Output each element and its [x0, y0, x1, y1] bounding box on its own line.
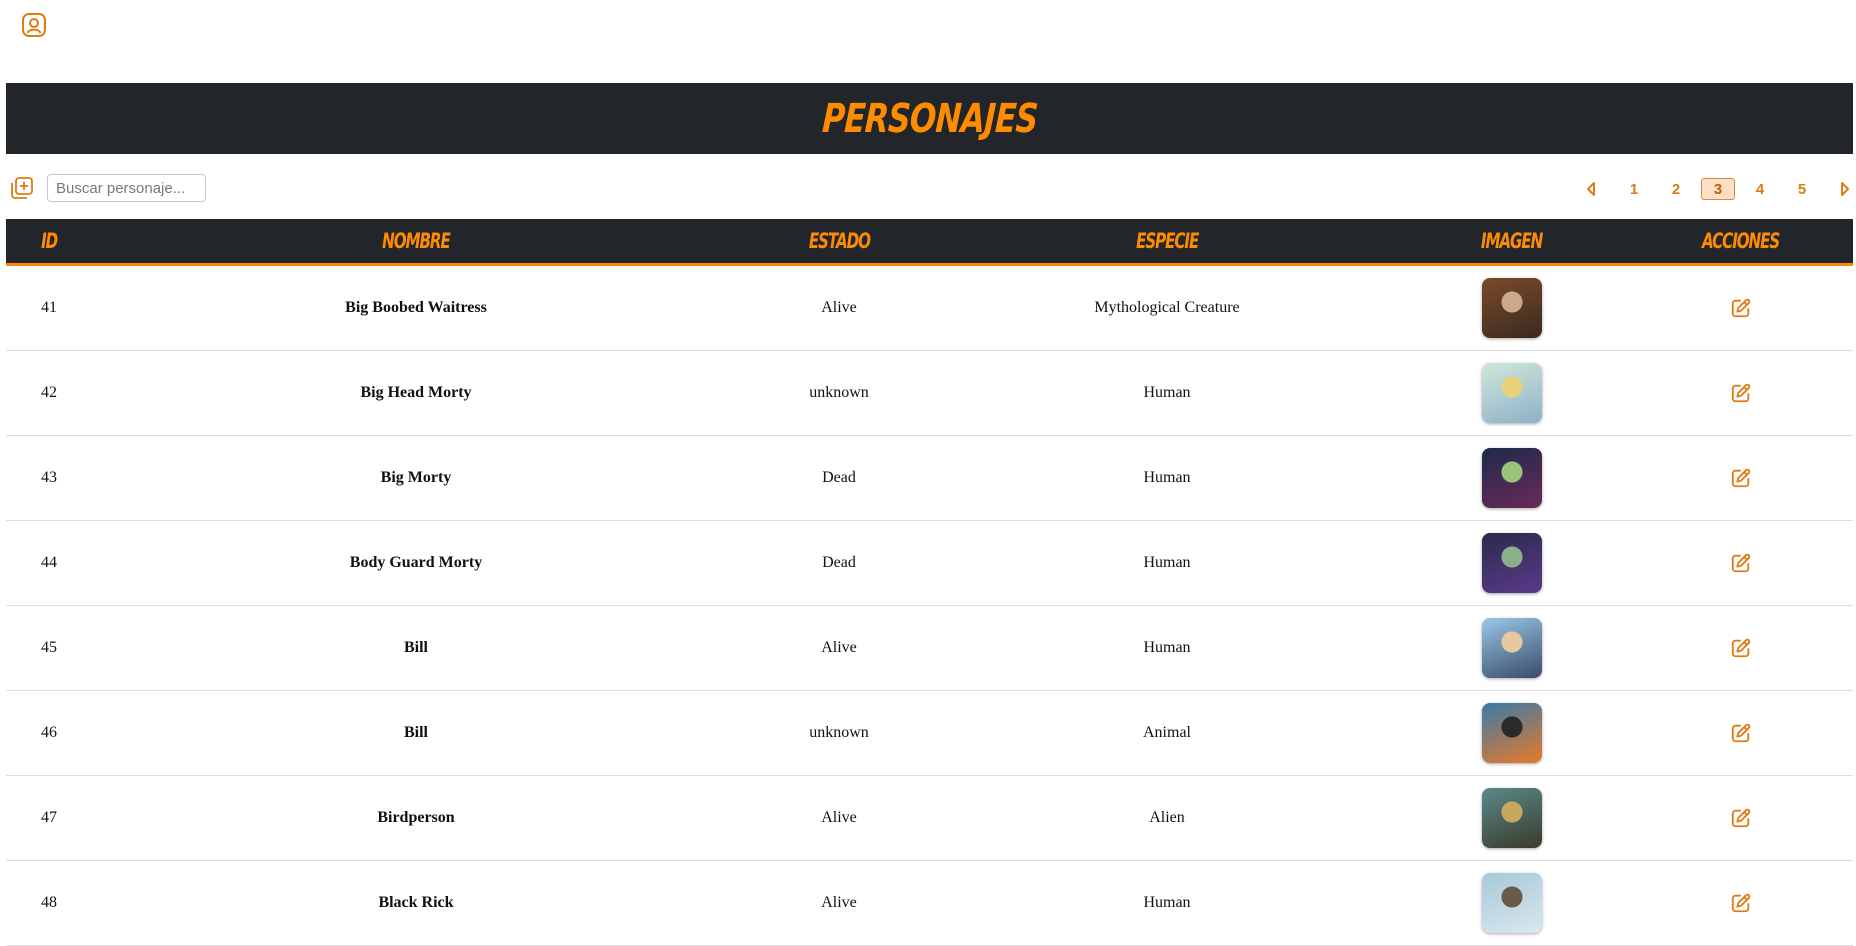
character-thumbnail[interactable] [1482, 448, 1542, 508]
cell-id: 45 [6, 605, 92, 691]
cell-actions [1628, 435, 1853, 521]
cell-actions [1628, 860, 1853, 946]
table-row: 42 Big Head Morty unknown Human [6, 350, 1853, 436]
cell-name: Black Rick [92, 860, 740, 946]
character-thumbnail[interactable] [1482, 533, 1542, 593]
column-header-name[interactable]: Nombre [92, 219, 740, 265]
toolbar: 12345 [6, 168, 1853, 210]
page-button-1[interactable]: 1 [1617, 178, 1651, 200]
cell-image [1396, 264, 1628, 351]
cell-id: 47 [6, 775, 92, 861]
cell-species: Human [938, 435, 1396, 521]
cell-status: Alive [740, 605, 938, 691]
edit-icon[interactable] [1730, 807, 1752, 829]
cell-actions [1628, 350, 1853, 436]
character-thumbnail[interactable] [1482, 278, 1542, 338]
column-header-status[interactable]: Estado [740, 219, 938, 265]
caret-right-icon [1841, 182, 1849, 196]
cell-name: Bill [92, 690, 740, 776]
table-row: 48 Black Rick Alive Human [6, 860, 1853, 946]
cell-name: Birdperson [92, 775, 740, 861]
cell-status: Alive [740, 775, 938, 861]
cell-actions [1628, 775, 1853, 861]
table-row: 43 Big Morty Dead Human [6, 435, 1853, 521]
search-input[interactable] [47, 174, 206, 202]
character-thumbnail[interactable] [1482, 788, 1542, 848]
edit-icon[interactable] [1730, 382, 1752, 404]
cell-name: Bill [92, 605, 740, 691]
edit-icon[interactable] [1730, 552, 1752, 574]
character-thumbnail[interactable] [1482, 873, 1542, 933]
cell-status: Dead [740, 520, 938, 606]
cell-actions [1628, 605, 1853, 691]
edit-icon[interactable] [1730, 297, 1752, 319]
characters-table: ID Nombre Estado Especie Imagen Acciones… [6, 219, 1853, 946]
column-header-actions: Acciones [1701, 229, 1780, 253]
edit-icon[interactable] [1730, 722, 1752, 744]
cell-status: unknown [740, 350, 938, 436]
table-header-row: ID Nombre Estado Especie Imagen Acciones [6, 219, 1853, 265]
cell-id: 44 [6, 520, 92, 606]
cell-actions [1628, 520, 1853, 606]
page-title: Personajes [820, 95, 1039, 142]
character-thumbnail[interactable] [1482, 363, 1542, 423]
character-thumbnail[interactable] [1482, 618, 1542, 678]
cell-id: 48 [6, 860, 92, 946]
cell-status: Alive [740, 860, 938, 946]
cell-species: Human [938, 860, 1396, 946]
character-thumbnail[interactable] [1482, 703, 1542, 763]
pagination: 12345 [1583, 176, 1853, 202]
cell-id: 41 [6, 264, 92, 351]
cell-name: Big Morty [92, 435, 740, 521]
cell-status: unknown [740, 690, 938, 776]
column-header-id[interactable]: ID [6, 219, 92, 265]
table-row: 45 Bill Alive Human [6, 605, 1853, 691]
cell-species: Alien [938, 775, 1396, 861]
edit-icon[interactable] [1730, 467, 1752, 489]
cell-image [1396, 520, 1628, 606]
cell-image [1396, 690, 1628, 776]
cell-status: Alive [740, 264, 938, 351]
page-button-5[interactable]: 5 [1785, 178, 1819, 200]
cell-id: 46 [6, 690, 92, 776]
cell-name: Big Boobed Waitress [92, 264, 740, 351]
cell-name: Body Guard Morty [92, 520, 740, 606]
top-bar [0, 0, 1856, 82]
table-row: 41 Big Boobed Waitress Alive Mythological C… [6, 264, 1853, 351]
cell-species: Animal [938, 690, 1396, 776]
cell-actions [1628, 264, 1853, 351]
page-button-2[interactable]: 2 [1659, 178, 1693, 200]
user-circle-icon[interactable] [21, 12, 47, 38]
page-button-4[interactable]: 4 [1743, 178, 1777, 200]
caret-left-icon [1587, 182, 1595, 196]
cell-status: Dead [740, 435, 938, 521]
cell-species: Human [938, 605, 1396, 691]
page-button-3[interactable]: 3 [1701, 178, 1735, 200]
title-banner: Personajes [6, 83, 1853, 154]
prev-page-button[interactable] [1583, 180, 1599, 198]
cell-species: Human [938, 520, 1396, 606]
table-row: 47 Birdperson Alive Alien [6, 775, 1853, 861]
next-page-button[interactable] [1837, 180, 1853, 198]
cell-actions [1628, 690, 1853, 776]
cell-image [1396, 605, 1628, 691]
page-list: 12345 [1613, 178, 1823, 200]
table-row: 44 Body Guard Morty Dead Human [6, 520, 1853, 606]
cell-species: Mythological Creature [938, 264, 1396, 351]
cell-id: 42 [6, 350, 92, 436]
cell-name: Big Head Morty [92, 350, 740, 436]
cell-image [1396, 860, 1628, 946]
cell-image [1396, 435, 1628, 521]
edit-icon[interactable] [1730, 637, 1752, 659]
add-square-icon[interactable] [10, 176, 34, 200]
edit-icon[interactable] [1730, 892, 1752, 914]
column-header-species[interactable]: Especie [938, 219, 1396, 265]
table-row: 46 Bill unknown Animal [6, 690, 1853, 776]
cell-species: Human [938, 350, 1396, 436]
cell-image [1396, 775, 1628, 861]
column-header-image: Imagen [1481, 229, 1543, 253]
cell-id: 43 [6, 435, 92, 521]
cell-image [1396, 350, 1628, 436]
